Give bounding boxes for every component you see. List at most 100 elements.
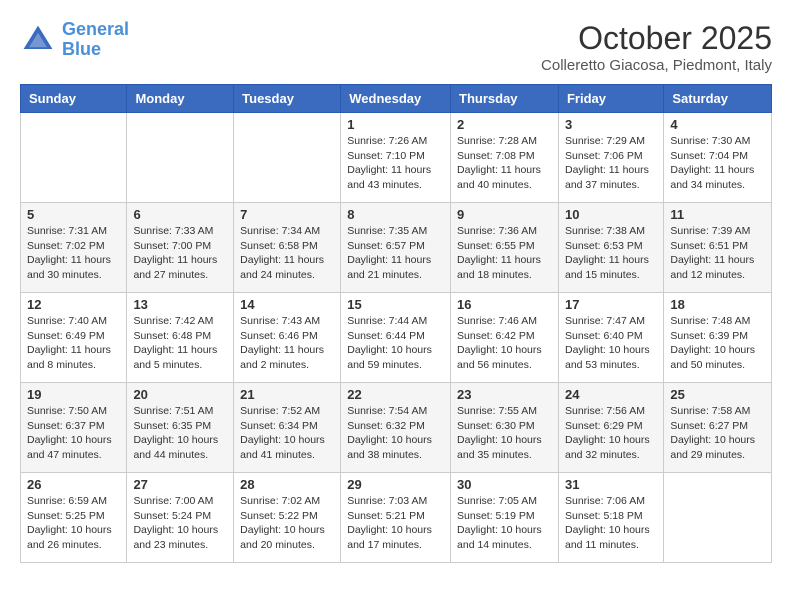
day-number: 26 bbox=[27, 477, 120, 492]
title-block: October 2025 Colleretto Giacosa, Piedmon… bbox=[541, 20, 772, 74]
calendar-cell: 18Sunrise: 7:48 AM Sunset: 6:39 PM Dayli… bbox=[664, 293, 772, 383]
calendar-cell: 3 Sunrise: 7:29 AM Sunset: 7:06 PM Daylig… bbox=[558, 113, 663, 203]
calendar-cell: 21 Sunrise: 7:52 AM Sunset: 6:34 PM Dayli… bbox=[234, 383, 341, 473]
day-number: 3 bbox=[565, 117, 657, 132]
calendar-cell: 31 Sunrise: 7:06 AM Sunset: 5:18 PM Dayli… bbox=[558, 473, 663, 563]
day-info: Sunrise: 7:28 AM Sunset: 7:08 PM Dayligh… bbox=[457, 134, 552, 193]
weekday-header-tuesday: Tuesday bbox=[234, 85, 341, 113]
calendar-table: SundayMondayTuesdayWednesdayThursdayFrid… bbox=[20, 84, 772, 563]
day-info: Sunrise: 7:35 AM Sunset: 6:57 PM Dayligh… bbox=[347, 224, 444, 283]
day-info: Sunrise: 7:58 AM Sunset: 6:27 PM Dayligh… bbox=[670, 404, 765, 463]
day-info: Sunrise: 7:43 AM Sunset: 6:46 PM Dayligh… bbox=[240, 314, 334, 373]
calendar-cell: 25 Sunrise: 7:58 AM Sunset: 6:27 PM Dayli… bbox=[664, 383, 772, 473]
weekday-header-monday: Monday bbox=[127, 85, 234, 113]
day-info: Sunrise: 7:42 AM Sunset: 6:48 PM Dayligh… bbox=[133, 314, 227, 373]
day-number: 30 bbox=[457, 477, 552, 492]
weekday-header-thursday: Thursday bbox=[451, 85, 559, 113]
day-info: Sunrise: 7:40 AM Sunset: 6:49 PM Dayligh… bbox=[27, 314, 120, 373]
calendar-cell: 14 Sunrise: 7:43 AM Sunset: 6:46 PM Dayli… bbox=[234, 293, 341, 383]
weekday-header-row: SundayMondayTuesdayWednesdayThursdayFrid… bbox=[21, 85, 772, 113]
weekday-header-friday: Friday bbox=[558, 85, 663, 113]
day-number: 28 bbox=[240, 477, 334, 492]
day-number: 6 bbox=[133, 207, 227, 222]
day-number: 16 bbox=[457, 297, 552, 312]
day-number: 24 bbox=[565, 387, 657, 402]
day-number: 9 bbox=[457, 207, 552, 222]
week-row-2: 5 Sunrise: 7:31 AM Sunset: 7:02 PM Daylig… bbox=[21, 203, 772, 293]
day-number: 2 bbox=[457, 117, 552, 132]
day-number: 1 bbox=[347, 117, 444, 132]
logo: General Blue bbox=[20, 20, 129, 60]
day-info: Sunrise: 7:52 AM Sunset: 6:34 PM Dayligh… bbox=[240, 404, 334, 463]
calendar-cell: 10Sunrise: 7:38 AM Sunset: 6:53 PM Dayli… bbox=[558, 203, 663, 293]
calendar-cell: 17 Sunrise: 7:47 AM Sunset: 6:40 PM Dayli… bbox=[558, 293, 663, 383]
day-info: Sunrise: 7:00 AM Sunset: 5:24 PM Dayligh… bbox=[133, 494, 227, 553]
day-number: 10 bbox=[565, 207, 657, 222]
day-number: 21 bbox=[240, 387, 334, 402]
logo-icon bbox=[20, 22, 56, 58]
day-info: Sunrise: 7:50 AM Sunset: 6:37 PM Dayligh… bbox=[27, 404, 120, 463]
calendar-cell: 15 Sunrise: 7:44 AM Sunset: 6:44 PM Dayli… bbox=[341, 293, 451, 383]
day-number: 7 bbox=[240, 207, 334, 222]
calendar-cell bbox=[664, 473, 772, 563]
day-info: Sunrise: 7:31 AM Sunset: 7:02 PM Dayligh… bbox=[27, 224, 120, 283]
day-number: 31 bbox=[565, 477, 657, 492]
weekday-header-sunday: Sunday bbox=[21, 85, 127, 113]
day-info: Sunrise: 7:30 AM Sunset: 7:04 PM Dayligh… bbox=[670, 134, 765, 193]
calendar-cell: 11 Sunrise: 7:39 AM Sunset: 6:51 PM Dayli… bbox=[664, 203, 772, 293]
day-number: 8 bbox=[347, 207, 444, 222]
calendar-cell: 22Sunrise: 7:54 AM Sunset: 6:32 PM Dayli… bbox=[341, 383, 451, 473]
day-number: 20 bbox=[133, 387, 227, 402]
day-info: Sunrise: 7:06 AM Sunset: 5:18 PM Dayligh… bbox=[565, 494, 657, 553]
day-info: Sunrise: 7:33 AM Sunset: 7:00 PM Dayligh… bbox=[133, 224, 227, 283]
day-info: Sunrise: 7:34 AM Sunset: 6:58 PM Dayligh… bbox=[240, 224, 334, 283]
day-number: 12 bbox=[27, 297, 120, 312]
logo-line1: General bbox=[62, 19, 129, 39]
calendar-cell: 26Sunrise: 6:59 AM Sunset: 5:25 PM Dayli… bbox=[21, 473, 127, 563]
weekday-header-wednesday: Wednesday bbox=[341, 85, 451, 113]
calendar-cell: 8 Sunrise: 7:35 AM Sunset: 6:57 PM Daylig… bbox=[341, 203, 451, 293]
day-info: Sunrise: 7:55 AM Sunset: 6:30 PM Dayligh… bbox=[457, 404, 552, 463]
calendar-cell bbox=[127, 113, 234, 203]
day-number: 19 bbox=[27, 387, 120, 402]
day-info: Sunrise: 7:03 AM Sunset: 5:21 PM Dayligh… bbox=[347, 494, 444, 553]
calendar-cell: 27Sunrise: 7:00 AM Sunset: 5:24 PM Dayli… bbox=[127, 473, 234, 563]
day-info: Sunrise: 7:51 AM Sunset: 6:35 PM Dayligh… bbox=[133, 404, 227, 463]
day-info: Sunrise: 7:47 AM Sunset: 6:40 PM Dayligh… bbox=[565, 314, 657, 373]
page-header: General Blue October 2025 Colleretto Gia… bbox=[20, 20, 772, 74]
calendar-cell: 1 Sunrise: 7:26 AM Sunset: 7:10 PM Daylig… bbox=[341, 113, 451, 203]
calendar-subtitle: Colleretto Giacosa, Piedmont, Italy bbox=[541, 57, 772, 74]
day-number: 11 bbox=[670, 207, 765, 222]
calendar-cell: 23 Sunrise: 7:55 AM Sunset: 6:30 PM Dayli… bbox=[451, 383, 559, 473]
day-info: Sunrise: 7:39 AM Sunset: 6:51 PM Dayligh… bbox=[670, 224, 765, 283]
day-number: 23 bbox=[457, 387, 552, 402]
calendar-cell: 12 Sunrise: 7:40 AM Sunset: 6:49 PM Dayli… bbox=[21, 293, 127, 383]
calendar-cell: 24 Sunrise: 7:56 AM Sunset: 6:29 PM Dayli… bbox=[558, 383, 663, 473]
day-info: Sunrise: 7:26 AM Sunset: 7:10 PM Dayligh… bbox=[347, 134, 444, 193]
day-info: Sunrise: 7:56 AM Sunset: 6:29 PM Dayligh… bbox=[565, 404, 657, 463]
day-number: 15 bbox=[347, 297, 444, 312]
day-number: 4 bbox=[670, 117, 765, 132]
week-row-5: 26Sunrise: 6:59 AM Sunset: 5:25 PM Dayli… bbox=[21, 473, 772, 563]
week-row-4: 19 Sunrise: 7:50 AM Sunset: 6:37 PM Dayli… bbox=[21, 383, 772, 473]
day-info: Sunrise: 7:46 AM Sunset: 6:42 PM Dayligh… bbox=[457, 314, 552, 373]
calendar-cell: 13 Sunrise: 7:42 AM Sunset: 6:48 PM Dayli… bbox=[127, 293, 234, 383]
day-number: 5 bbox=[27, 207, 120, 222]
day-info: Sunrise: 7:29 AM Sunset: 7:06 PM Dayligh… bbox=[565, 134, 657, 193]
day-number: 29 bbox=[347, 477, 444, 492]
calendar-cell: 30Sunrise: 7:05 AM Sunset: 5:19 PM Dayli… bbox=[451, 473, 559, 563]
week-row-3: 12 Sunrise: 7:40 AM Sunset: 6:49 PM Dayli… bbox=[21, 293, 772, 383]
calendar-cell: 29 Sunrise: 7:03 AM Sunset: 5:21 PM Dayli… bbox=[341, 473, 451, 563]
calendar-cell: 16 Sunrise: 7:46 AM Sunset: 6:42 PM Dayli… bbox=[451, 293, 559, 383]
day-number: 22 bbox=[347, 387, 444, 402]
day-number: 14 bbox=[240, 297, 334, 312]
calendar-cell: 9Sunrise: 7:36 AM Sunset: 6:55 PM Daylig… bbox=[451, 203, 559, 293]
logo-text: General Blue bbox=[62, 20, 129, 60]
day-number: 25 bbox=[670, 387, 765, 402]
day-info: Sunrise: 7:44 AM Sunset: 6:44 PM Dayligh… bbox=[347, 314, 444, 373]
day-number: 18 bbox=[670, 297, 765, 312]
day-number: 17 bbox=[565, 297, 657, 312]
day-info: Sunrise: 7:02 AM Sunset: 5:22 PM Dayligh… bbox=[240, 494, 334, 553]
day-number: 13 bbox=[133, 297, 227, 312]
calendar-cell: 20 Sunrise: 7:51 AM Sunset: 6:35 PM Dayli… bbox=[127, 383, 234, 473]
